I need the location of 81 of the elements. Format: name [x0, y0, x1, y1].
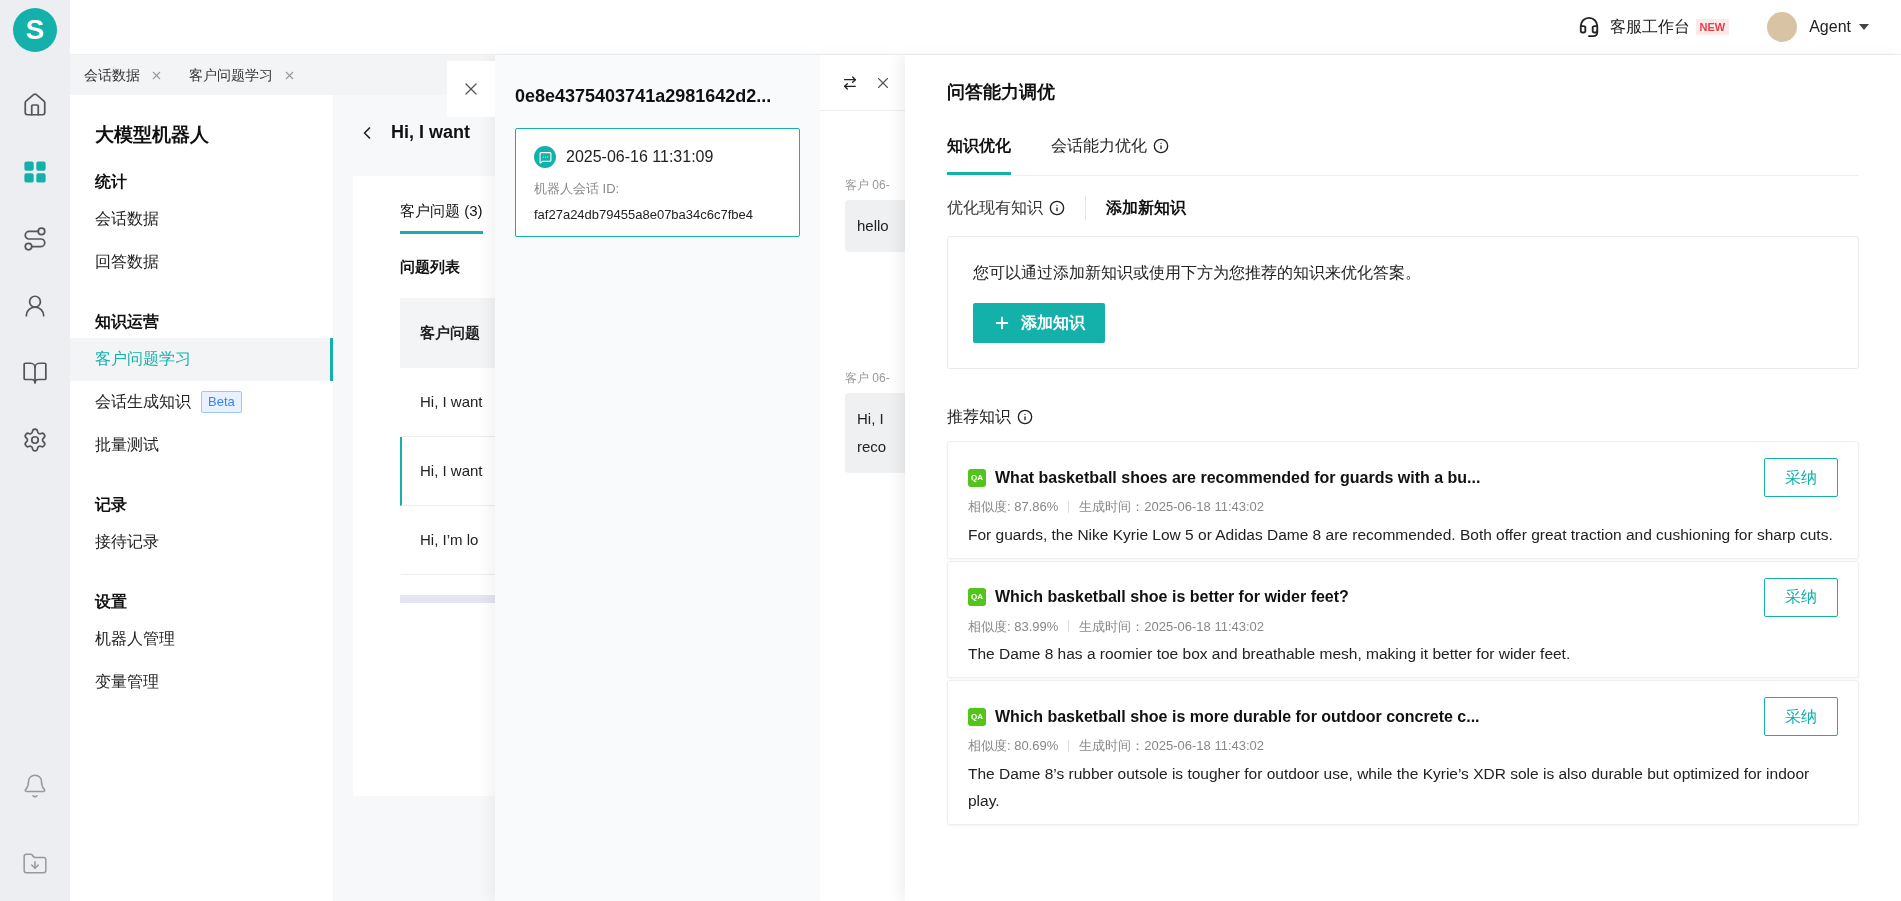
info-icon — [1153, 138, 1169, 154]
nav-label: 批量测试 — [95, 435, 159, 455]
qa-tag: QA — [968, 468, 986, 487]
nav-heading: 知识运营 — [94, 311, 160, 332]
table-header: 客户问题 — [400, 298, 495, 368]
tab-label: 会话能力优化 — [1051, 136, 1147, 156]
nav-label: 会话生成知识 — [95, 392, 191, 412]
page-tab[interactable]: 客户问题学习 — [189, 64, 296, 86]
sub-tab-label: 优化现有知识 — [947, 198, 1043, 218]
settings-icon[interactable] — [22, 427, 48, 453]
recommendation-title: What basketball shoes are recommended for guards with a bu... — [995, 467, 1481, 488]
info-icon — [1017, 409, 1033, 425]
home-icon[interactable] — [22, 92, 48, 118]
message-text: reco — [857, 437, 888, 457]
tab[interactable]: 知识优化 — [947, 134, 1011, 175]
id-label: 机器人会话 ID: — [534, 180, 621, 198]
message-meta: 客户 06- — [845, 370, 891, 387]
nav-heading: 统计 — [93, 171, 128, 192]
section-title: 推荐知识 — [947, 407, 1011, 427]
nav-label: 变量管理 — [95, 672, 159, 692]
logo: S — [13, 8, 57, 52]
drawer-title: 0e8e4375403741a2981642d2... — [515, 85, 773, 108]
list-title: 问题列表 — [400, 256, 461, 277]
info-icon — [1049, 200, 1065, 216]
route-icon[interactable] — [22, 226, 48, 252]
switch-icon[interactable] — [842, 74, 858, 91]
similarity: 相似度: 83.99% — [968, 617, 1059, 636]
headset-icon[interactable] — [1577, 16, 1600, 38]
nav-label: 接待记录 — [95, 532, 159, 552]
nav-heading: 设置 — [93, 591, 128, 612]
session-time: 2025-06-16 11:31:09 — [566, 147, 714, 167]
plus-icon — [993, 314, 1011, 332]
book-icon[interactable] — [22, 360, 48, 386]
nav-item[interactable]: 回答数据 — [70, 240, 333, 284]
nav-label: 客户问题学习 — [95, 349, 191, 369]
nav-title: 大模型机器人 — [94, 123, 210, 147]
nav-heading: 记录 — [93, 494, 128, 515]
qa-tag: QA — [968, 588, 986, 606]
recommendation-title: Which basketball shoe is better for wider feet? — [995, 587, 1349, 607]
session-card[interactable]: 2025-06-16 11:31:09 机器人会话 ID: faf27a24db79455a8e07ba34c6c7fbe4 — [515, 128, 800, 237]
nav-item[interactable]: 机器人管理 — [70, 617, 333, 661]
qa-tag: QA — [968, 707, 986, 726]
caret-icon[interactable] — [1859, 24, 1869, 30]
nav-label: 回答数据 — [95, 252, 159, 272]
nav-item[interactable]: 接待记录 — [70, 520, 333, 564]
recommendation-answer: For guards, the Nike Kyrie Low 5 or Adidas Dame 8 are recommended. Both offer great traction and cushioning for sharp cuts. — [968, 524, 1834, 545]
detail-tab[interactable]: 客户问题 (3) — [400, 200, 483, 234]
nav-item[interactable]: 会话数据 — [70, 197, 333, 241]
tab-label: 知识优化 — [947, 136, 1011, 156]
message-meta: 客户 06- — [845, 177, 891, 194]
nav-label: 机器人管理 — [95, 629, 175, 649]
similarity: 相似度: 80.69% — [968, 737, 1059, 755]
new-badge: NEW — [1695, 18, 1730, 36]
recommendation-answer: The Dame 8’s rubber outsole is tougher for outdoor use, while the Kyrie’s XDR sole is also durable but optimized for indoor play. — [968, 763, 1811, 811]
nav-label: 会话数据 — [95, 209, 159, 229]
sub-tab[interactable]: 添加新知识 — [1085, 196, 1186, 220]
nav-item[interactable]: 批量测试 — [70, 423, 333, 467]
user-name[interactable]: Agent — [1809, 15, 1851, 39]
message-text: hello — [857, 216, 890, 236]
message-text: Hi, I — [857, 409, 885, 429]
nav-item[interactable]: 会话生成知识 Beta — [70, 380, 333, 424]
generated-time: 生成时间：2025-06-18 11:43:02 — [1079, 498, 1265, 516]
page-tab-label: 会话数据 — [84, 65, 140, 85]
sub-tab-label: 添加新知识 — [1106, 198, 1186, 218]
nav-item[interactable]: 变量管理 — [70, 660, 333, 704]
beta-badge: Beta — [201, 391, 242, 413]
session-id: faf27a24db79455a8e07ba34c6c7fbe4 — [534, 205, 755, 224]
recommendation-answer: The Dame 8 has a roomier toe box and breathable mesh, making it better for wider feet. — [968, 644, 1572, 664]
recommendation-title: Which basketball shoe is more durable for outdoor concrete c... — [995, 706, 1480, 727]
generated-time: 生成时间：2025-06-18 11:43:02 — [1079, 737, 1265, 755]
generated-time: 生成时间：2025-06-18 11:43:02 — [1079, 617, 1265, 636]
workspace-link[interactable]: 客服工作台 — [1609, 15, 1690, 39]
chat-icon — [534, 146, 556, 168]
detail-title: Hi, I want — [391, 121, 470, 144]
page-tab[interactable]: 会话数据 — [84, 64, 163, 86]
tab[interactable]: 会话能力优化 — [1051, 134, 1169, 175]
hint-text: 您可以通过添加新知识或使用下方为您推荐的知识来优化答案。 — [973, 263, 1422, 283]
sub-tab[interactable]: 优化现有知识 — [947, 196, 1065, 220]
drawer-title: 问答能力调优 — [947, 81, 1056, 104]
similarity: 相似度: 87.86% — [968, 498, 1059, 516]
page-tab-label: 客户问题学习 — [189, 65, 273, 85]
